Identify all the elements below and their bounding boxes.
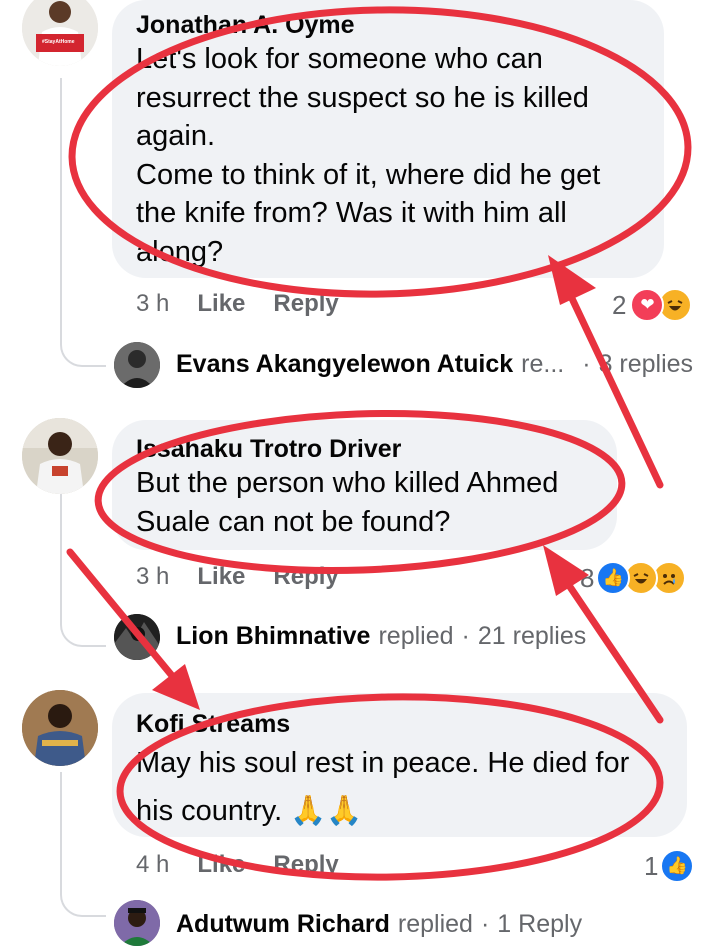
comment-meta: 3 h Like Reply — [136, 563, 339, 591]
like-icon: 👍 — [596, 561, 631, 595]
comment-line: resurrect the suspect so he is killed — [136, 81, 589, 114]
reply-preview[interactable]: Adutwum Richard replied · 1 Reply — [176, 910, 582, 939]
reply-count[interactable]: 1 Reply — [497, 910, 582, 939]
comment-bubble: Issahaku Trotro Driver But the person wh… — [112, 420, 617, 550]
comment-bubble: Kofi Streams May his soul rest in peace.… — [112, 693, 687, 837]
reply-button[interactable]: Reply — [273, 851, 338, 879]
reply-button[interactable]: Reply — [273, 563, 338, 591]
reply-author[interactable]: Evans Akangyelewon Atuick — [176, 350, 513, 379]
reaction-summary[interactable]: 8 👍 — [580, 561, 687, 595]
reply-suffix: replied — [397, 910, 473, 938]
comment-line: Let's look for someone who can — [136, 43, 543, 75]
reply-avatar[interactable] — [114, 900, 160, 946]
avatar[interactable] — [22, 418, 98, 494]
reply-avatar[interactable] — [114, 342, 160, 388]
reply-author[interactable]: Adutwum Richard — [176, 910, 390, 939]
comment-author[interactable]: Jonathan A. Oyme — [136, 10, 640, 40]
comment-line: But the person who killed Ahmed — [136, 467, 559, 499]
comment-author[interactable]: Issahaku Trotro Driver — [136, 434, 593, 464]
like-icon: 👍 — [660, 849, 695, 883]
comment-line: his country. 🙏🙏 — [136, 795, 363, 827]
reply-preview[interactable]: Evans Akangyelewon Atuick re... · 3 repl… — [176, 350, 693, 379]
thread-curve — [60, 875, 106, 917]
thread-line — [60, 492, 62, 612]
reply-count[interactable]: 21 replies — [478, 622, 586, 651]
separator-dot: · — [480, 910, 490, 938]
reaction-summary[interactable]: 2 ❤ — [612, 288, 693, 322]
comment-text: Let's look for someone who can resurrect… — [136, 40, 640, 271]
reaction-count: 1 — [644, 850, 659, 881]
reply-count[interactable]: 3 replies — [599, 350, 694, 379]
comment-text: May his soul rest in peace. He died for … — [136, 739, 663, 835]
thread-curve — [60, 325, 106, 367]
comment-line: May his soul rest in peace. He died for — [136, 747, 630, 779]
comment-time[interactable]: 4 h — [136, 851, 169, 879]
love-icon: ❤ — [630, 288, 665, 322]
separator-dot: · — [461, 622, 470, 650]
reply-button[interactable]: Reply — [273, 290, 338, 318]
comment-meta: 4 h Like Reply — [136, 851, 339, 879]
reply-author[interactable]: Lion Bhimnative — [176, 622, 370, 651]
thread-line — [60, 78, 62, 333]
comment-text: But the person who killed Ahmed Suale ca… — [136, 464, 593, 541]
thread-curve — [60, 605, 106, 647]
avatar[interactable]: #StayAtHome — [22, 0, 98, 66]
comment-author[interactable]: Kofi Streams — [136, 709, 663, 739]
reply-avatar[interactable] — [114, 614, 160, 660]
reply-suffix: replied — [378, 622, 454, 650]
comment-time[interactable]: 3 h — [136, 290, 169, 318]
reaction-summary[interactable]: 1 👍 — [644, 849, 695, 883]
like-button[interactable]: Like — [197, 290, 245, 318]
like-button[interactable]: Like — [197, 563, 245, 591]
comment-line: the knife from? Was it with him all — [136, 197, 567, 229]
reaction-count: 2 — [612, 289, 627, 320]
reaction-count: 8 — [580, 562, 595, 593]
separator-dot: · — [582, 350, 591, 378]
comment-bubble: Jonathan A. Oyme Let's look for someone … — [112, 0, 664, 278]
avatar[interactable] — [22, 690, 98, 766]
comment-line: Suale can not be found? — [136, 505, 451, 538]
comment-line: again. — [136, 120, 216, 152]
comment-line: along? — [136, 235, 224, 268]
like-button[interactable]: Like — [197, 851, 245, 879]
avatar-badge-text: #StayAtHome — [42, 39, 75, 45]
thread-line — [60, 772, 62, 882]
comment-time[interactable]: 3 h — [136, 563, 169, 591]
reply-suffix: re... — [521, 350, 565, 378]
reply-preview[interactable]: Lion Bhimnative replied · 21 replies — [176, 622, 586, 651]
comment-line: Come to think of it, where did he get — [136, 158, 601, 191]
comment-meta: 3 h Like Reply — [136, 290, 339, 318]
